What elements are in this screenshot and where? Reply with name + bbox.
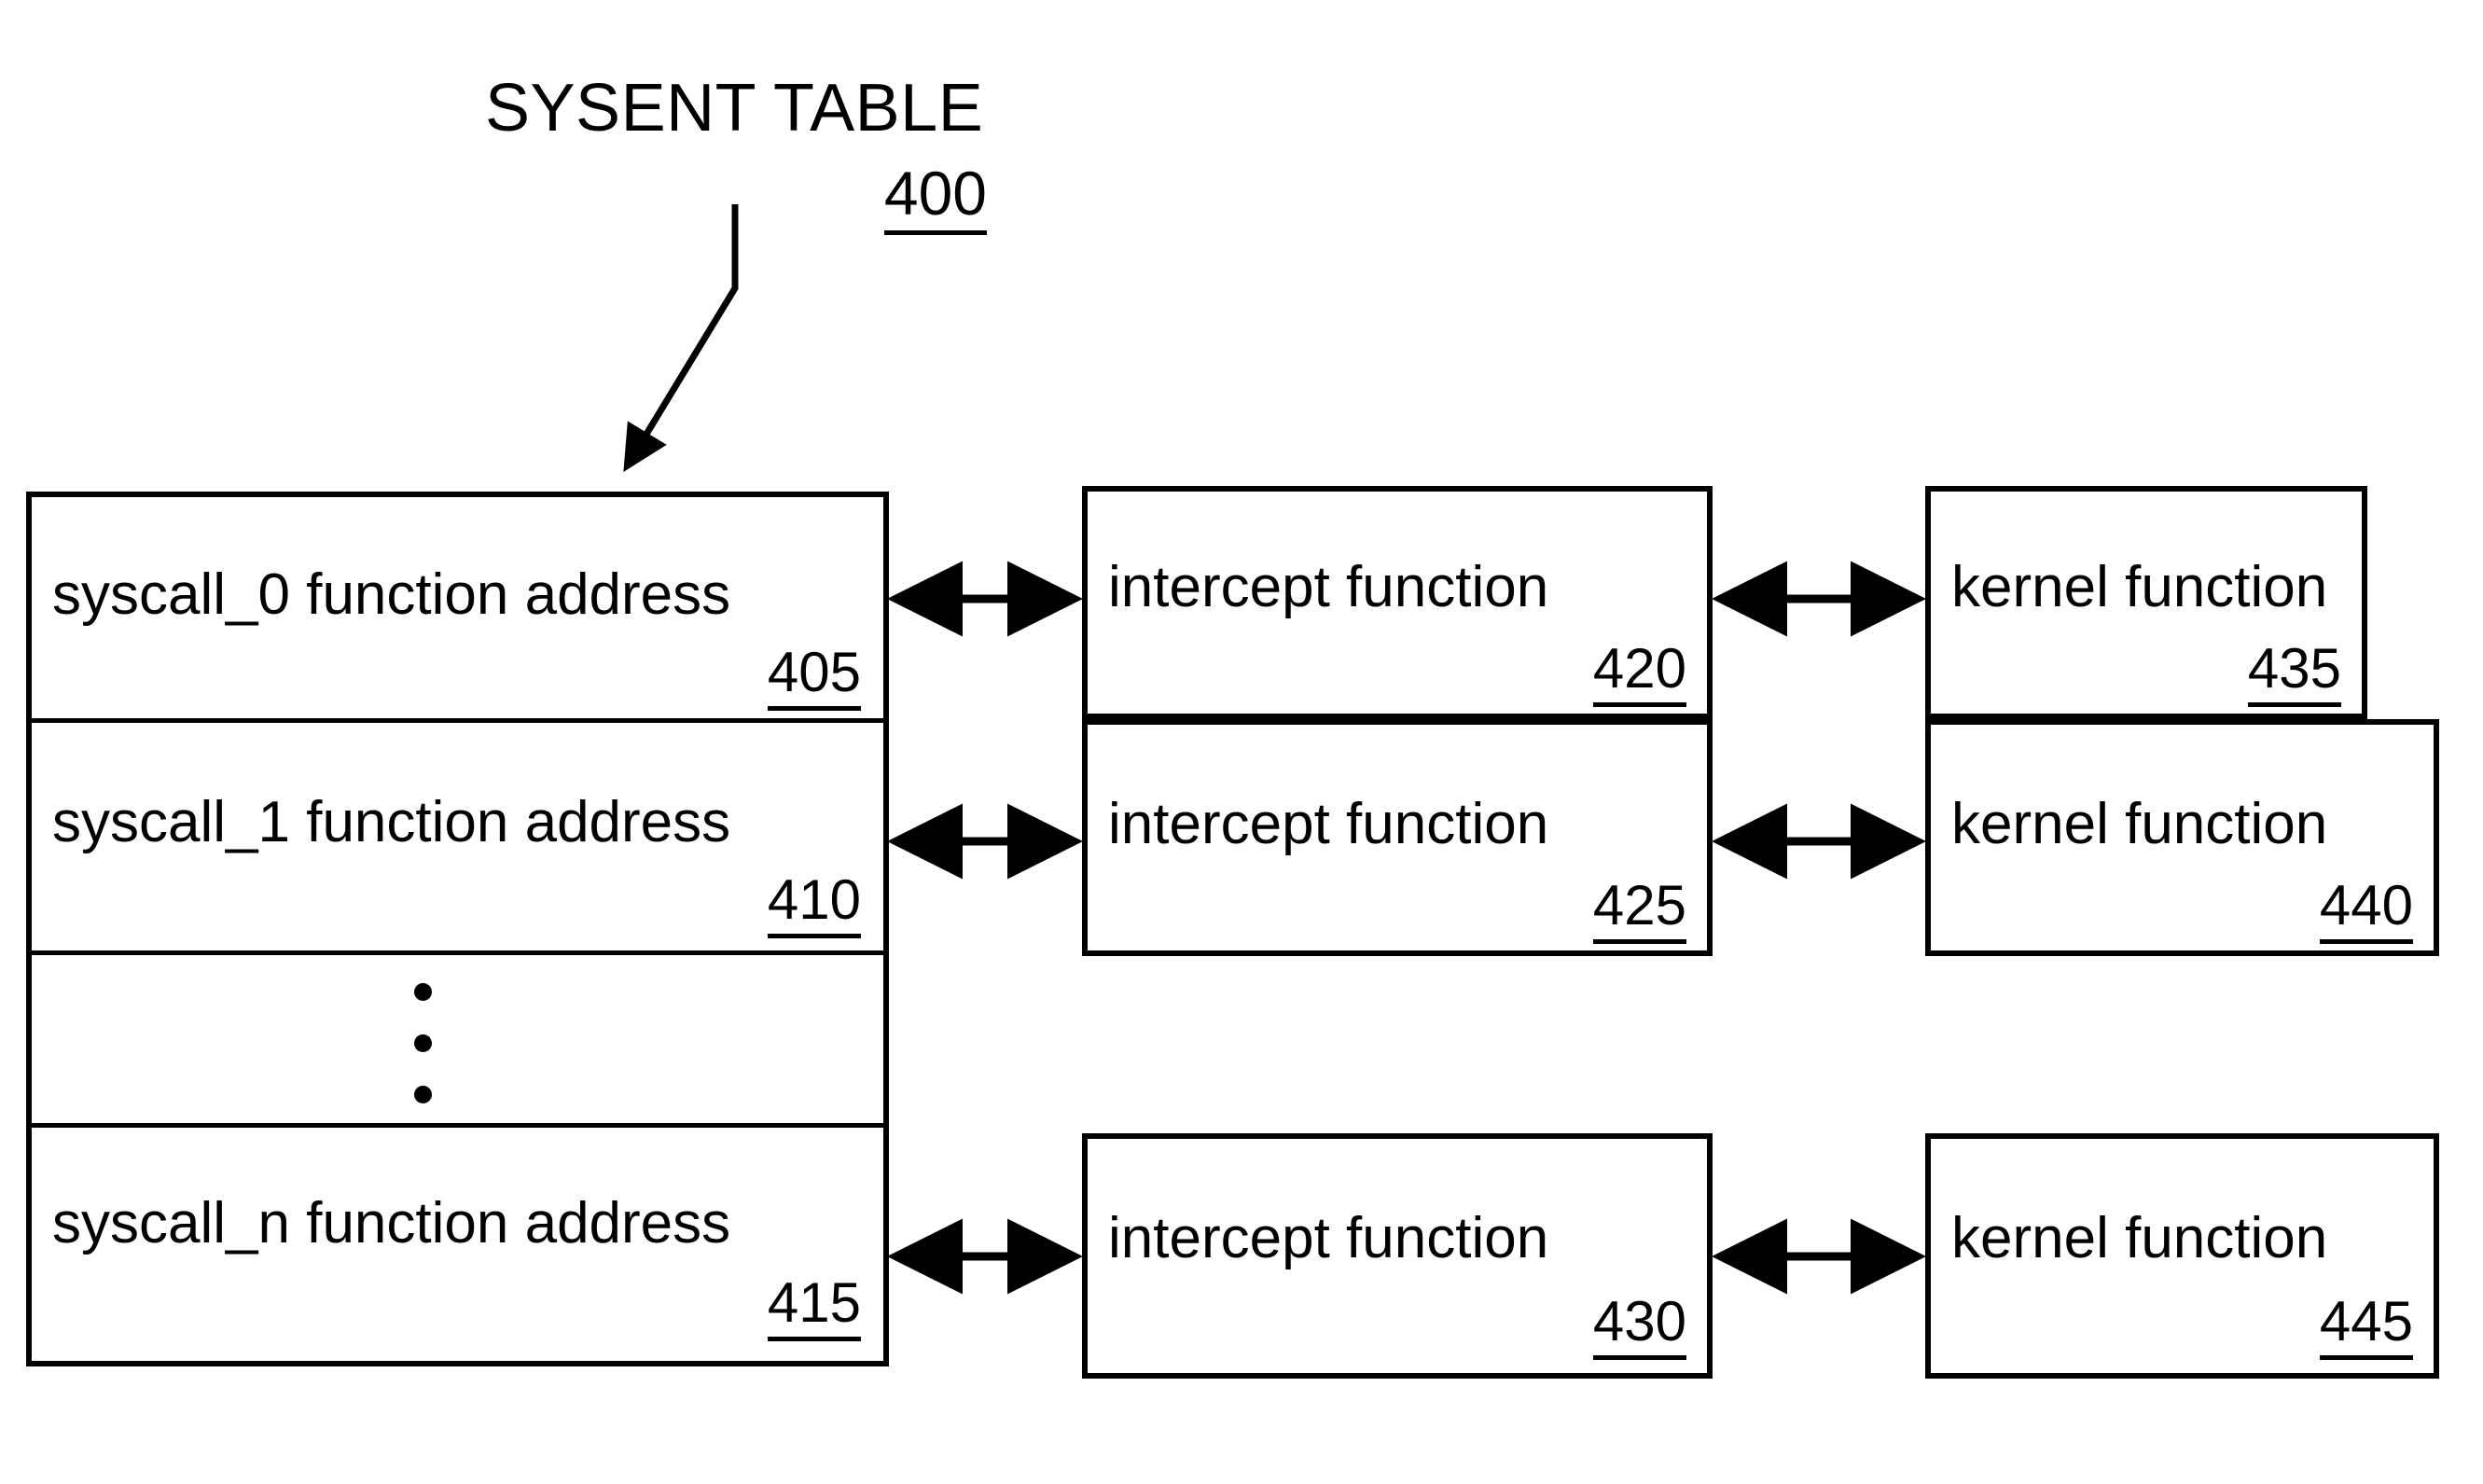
patent-figure: SYSENT TABLE 400 syscall_0 function addr… <box>0 0 2483 1484</box>
kernel-function-label: kernel function <box>1951 792 2328 856</box>
sysent-row-reference: 410 <box>767 868 861 938</box>
kernel-function-reference-value: 435 <box>2247 637 2341 707</box>
kernel-function-label: kernel function <box>1951 1206 2328 1270</box>
kernel-function-reference-value: 445 <box>2319 1290 2413 1360</box>
intercept-function-label: intercept function <box>1108 1206 1549 1270</box>
kernel-function-reference: 445 <box>2319 1290 2413 1360</box>
title-leader-line <box>623 204 739 472</box>
sysent-row-label: syscall_1 function address <box>52 790 731 854</box>
intercept-function-label: intercept function <box>1108 555 1549 619</box>
kernel-function-box-445: kernel function 445 <box>1925 1133 2439 1379</box>
page-title: SYSENT TABLE <box>485 71 984 146</box>
sysent-row-label: syscall_0 function address <box>52 562 731 627</box>
sysent-row-reference: 405 <box>767 641 861 711</box>
intercept-function-reference: 425 <box>1592 874 1686 944</box>
sysent-table: syscall_0 function address 405 syscall_1… <box>26 492 889 1366</box>
kernel-function-label: kernel function <box>1951 555 2328 619</box>
figure-reference-numeral-value: 400 <box>883 159 987 235</box>
table-row: syscall_1 function address 410 <box>32 723 883 955</box>
intercept-function-reference-value: 420 <box>1592 637 1686 707</box>
kernel-function-reference: 440 <box>2319 874 2413 944</box>
ellipsis-dot <box>414 1086 432 1103</box>
intercept-function-reference: 420 <box>1592 637 1686 707</box>
sysent-row-reference-value: 415 <box>767 1271 861 1341</box>
ellipsis-dot <box>414 983 432 1001</box>
table-row: syscall_0 function address 405 <box>32 497 883 723</box>
kernel-function-box-435: kernel function 435 <box>1925 486 2367 719</box>
kernel-function-reference-value: 440 <box>2319 874 2413 944</box>
sysent-row-reference-value: 410 <box>767 868 861 938</box>
intercept-function-box-430: intercept function 430 <box>1082 1133 1713 1379</box>
intercept-function-box-425: intercept function 425 <box>1082 719 1713 956</box>
sysent-row-label: syscall_n function address <box>52 1191 731 1255</box>
ellipsis-dot <box>414 1034 432 1052</box>
intercept-function-box-420: intercept function 420 <box>1082 486 1713 719</box>
table-row: syscall_n function address 415 <box>32 1128 883 1361</box>
kernel-function-reference: 435 <box>2247 637 2341 707</box>
vertical-ellipsis-icon <box>414 983 432 1103</box>
sysent-row-reference-value: 405 <box>767 641 861 711</box>
table-row-ellipsis <box>32 955 883 1128</box>
figure-title-block: SYSENT TABLE 400 <box>485 71 1007 235</box>
intercept-function-reference-value: 430 <box>1592 1290 1686 1360</box>
sysent-row-reference: 415 <box>767 1271 861 1341</box>
intercept-function-label: intercept function <box>1108 792 1549 856</box>
figure-reference-numeral: 400 <box>485 159 1007 235</box>
kernel-function-box-440: kernel function 440 <box>1925 719 2439 956</box>
intercept-function-reference: 430 <box>1592 1290 1686 1360</box>
intercept-function-reference-value: 425 <box>1592 874 1686 944</box>
